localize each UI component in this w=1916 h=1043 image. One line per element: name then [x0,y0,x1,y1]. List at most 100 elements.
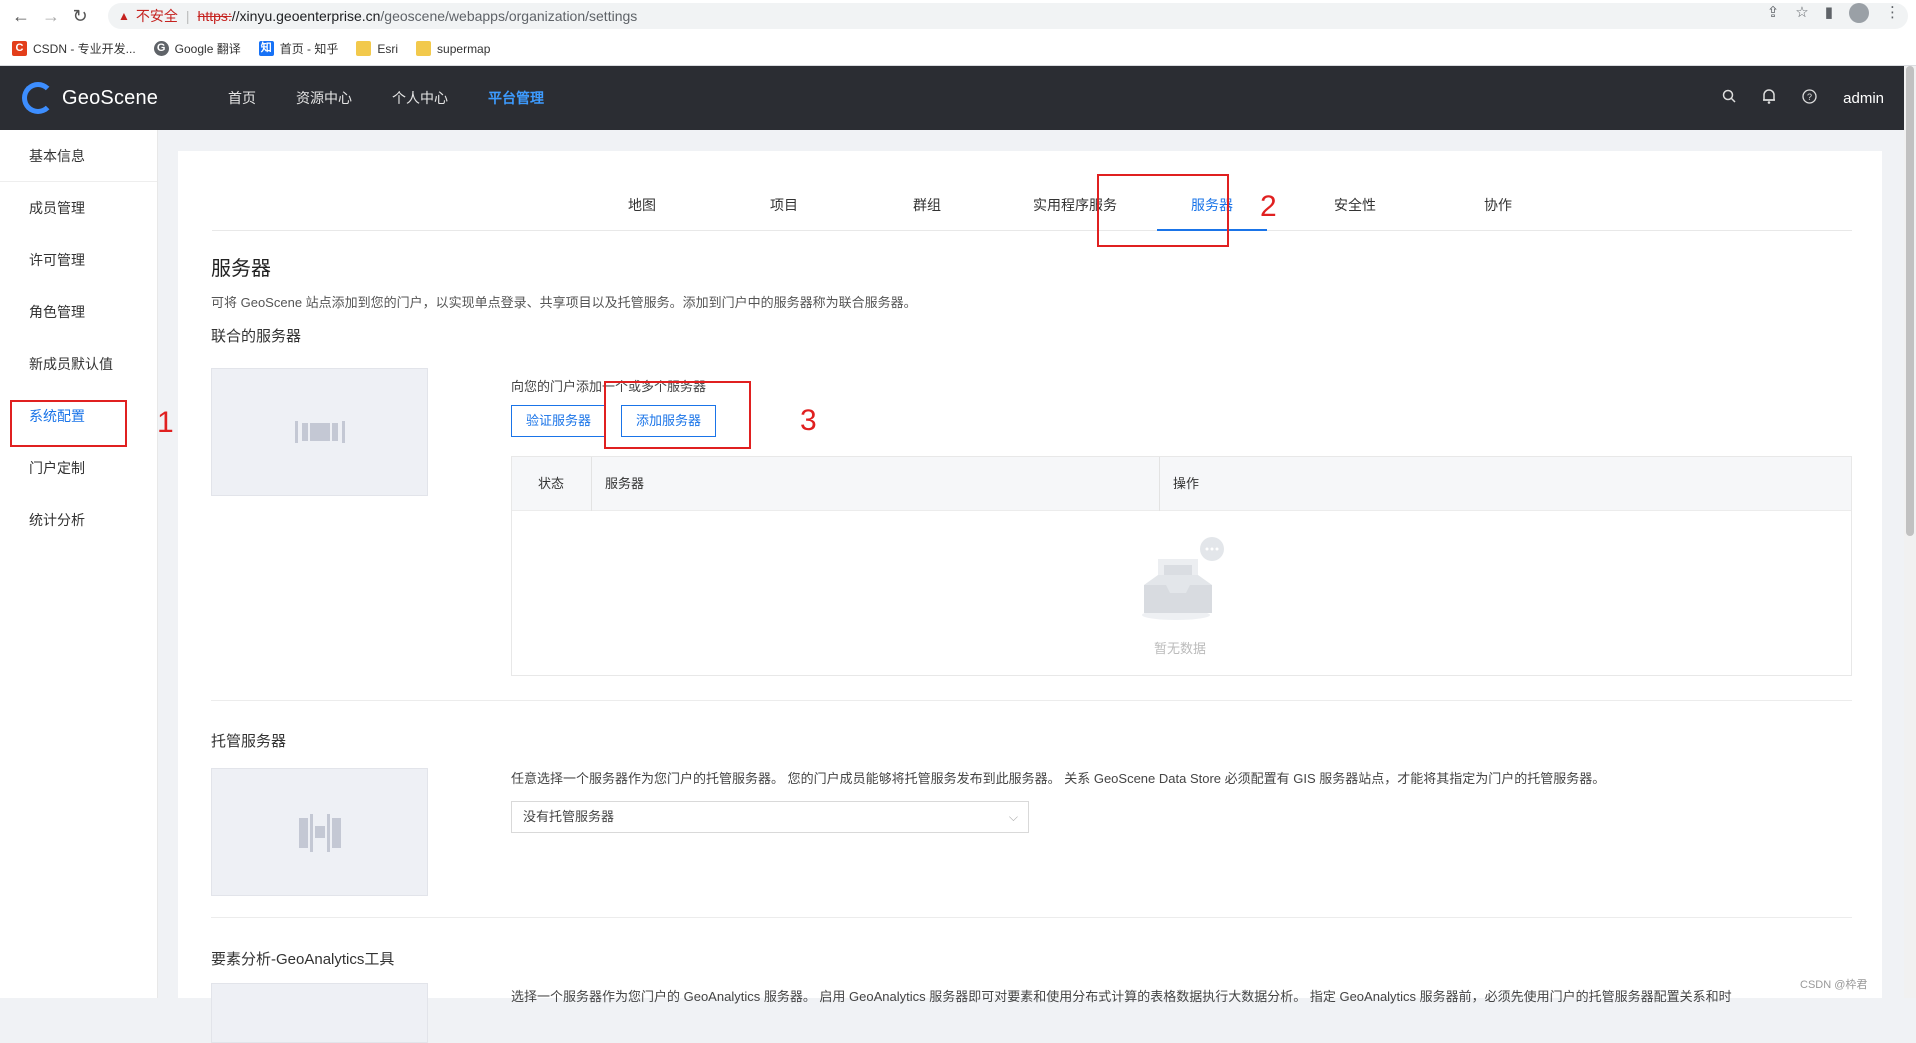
sidebar-item-portal-customization[interactable]: 门户定制 [0,442,157,494]
sidebar-item-statistics[interactable]: 统计分析 [0,494,157,546]
sidebar-item-label: 角色管理 [29,304,85,320]
bookmark-label: Google 翻译 [174,42,241,56]
hosting-server-icon [298,814,341,852]
federated-server-illustration [211,368,428,496]
warning-icon: ▲ [118,9,130,23]
address-separator: | [185,8,190,24]
reload-icon[interactable]: ↻ [72,6,88,27]
folder-icon [416,41,432,56]
section-divider [211,917,1852,918]
page-scrollbar[interactable] [1904,66,1916,998]
settings-tabs: 地图 项目 群组 实用程序服务 服务器 安全性 协作 [212,189,1852,231]
bookmark-esri[interactable]: Esri [356,41,398,56]
bookmark-supermap[interactable]: supermap [416,41,490,56]
user-name[interactable]: admin [1843,90,1884,107]
hosting-server-title: 托管服务器 [211,733,287,750]
help-icon[interactable]: ? [1802,88,1817,108]
validate-servers-button[interactable]: 验证服务器 [511,405,607,437]
geoanalytics-illustration [211,983,428,1043]
sidebar-item-label: 基本信息 [29,147,85,164]
annotation-box-system-config [10,400,127,447]
column-status: 状态 [538,476,565,491]
folder-icon [356,41,372,56]
sidebar-item-new-member-defaults[interactable]: 新成员默认值 [0,338,157,390]
hosting-server-description: 任意选择一个服务器作为您门户的托管服务器。 您的门户成员能够将托管服务发布到此服… [511,771,1606,786]
sidebar-item-licenses[interactable]: 许可管理 [0,234,157,286]
share-icon[interactable]: ⇪ [1767,3,1780,23]
bookmark-google-translate[interactable]: G Google 翻译 [153,40,241,57]
column-actions: 操作 [1173,476,1200,491]
empty-inbox-icon [1142,537,1224,620]
column-divider [591,457,592,511]
browser-toolbar: ← → ↻ ▲ 不安全 | https: //xinyu.geoenterpri… [0,0,1916,32]
profile-icon[interactable] [1849,3,1869,23]
column-server: 服务器 [605,476,645,491]
nav-platform-admin[interactable]: 平台管理 [488,88,544,108]
hosting-server-illustration [211,768,428,896]
logo-text: GeoScene [62,86,159,109]
settings-card: 地图 项目 群组 实用程序服务 服务器 安全性 协作 服务器 可将 GeoSce… [178,151,1882,1043]
search-icon[interactable] [1722,89,1736,107]
back-icon[interactable]: ← [12,6,30,27]
servers-description: 可将 GeoScene 站点添加到您的门户，以实现单点登录、共享项目以及托管服务… [211,295,917,310]
bell-icon[interactable] [1762,88,1776,108]
logo[interactable]: GeoScene [22,82,202,114]
nav-personal[interactable]: 个人中心 [392,88,448,108]
geoanalytics-description: 选择一个服务器作为您门户的 GeoAnalytics 服务器。 启用 GeoAn… [511,989,1732,1004]
sidebar-item-basic-info[interactable]: 基本信息 [0,130,157,182]
sidebar-item-members[interactable]: 成员管理 [0,182,157,234]
empty-state: 暂无数据 [1130,531,1230,657]
tab-items[interactable]: 项目 [729,189,839,231]
servers-table: 状态 服务器 操作 暂无数据 [511,456,1852,676]
server-rack-icon [294,421,345,443]
tab-groups[interactable]: 群组 [872,189,982,231]
annotation-number-3: 3 [800,404,817,437]
bookmark-label: CSDN - 专业开发... [33,42,136,56]
browser-actions: ⇪ ☆ ▮ ⋮ [1767,3,1900,23]
select-value: 没有托管服务器 [523,809,615,824]
zhihu-icon: 知 [258,41,274,56]
browser-nav: ← → ↻ [0,6,108,27]
nav-home[interactable]: 首页 [228,88,256,108]
annotation-number-1: 1 [157,406,174,439]
federated-servers-title: 联合的服务器 [211,328,302,345]
url-scheme: https: [197,8,232,24]
nav-resources[interactable]: 资源中心 [296,88,352,108]
url-path: /geoscene/webapps/organization/settings [380,8,638,24]
sidebar-item-label: 成员管理 [29,200,85,216]
annotation-box-servers-tab [1097,174,1229,247]
geoscene-logo-icon [22,82,54,114]
sidebar-item-roles[interactable]: 角色管理 [0,286,157,338]
column-divider [1159,457,1160,511]
tab-map[interactable]: 地图 [587,189,697,231]
table-header: 状态 服务器 操作 [512,457,1851,511]
bookmark-zhihu[interactable]: 知 首页 - 知乎 [258,40,339,57]
bookmark-label: Esri [377,41,399,56]
sidebar-item-label: 新成员默认值 [29,356,113,372]
sidepanel-icon[interactable]: ▮ [1825,3,1833,23]
star-icon[interactable]: ☆ [1795,3,1808,23]
bookmark-label: 首页 - 知乎 [279,42,339,56]
url-host: //xinyu.geoenterprise.cn [231,8,381,24]
svg-text:?: ? [1807,92,1812,102]
top-nav: 首页 资源中心 个人中心 平台管理 [228,88,544,108]
watermark: CSDN @枠君 [1800,979,1868,991]
hosting-server-select[interactable]: 没有托管服务器 ⌵ [511,801,1029,833]
sidebar-item-label: 统计分析 [29,512,85,528]
forward-icon[interactable]: → [42,6,60,27]
address-bar[interactable]: ▲ 不安全 | https: //xinyu.geoenterprise.cn … [108,3,1908,29]
menu-icon[interactable]: ⋮ [1885,3,1900,23]
csdn-icon: C [12,41,27,56]
google-icon: G [153,41,169,56]
sidebar: 基本信息 成员管理 许可管理 角色管理 新成员默认值 系统配置 门户定制 统计分… [0,130,158,998]
scroll-thumb[interactable] [1906,66,1914,536]
sidebar-item-label: 许可管理 [29,252,85,268]
bookmark-label: supermap [437,41,491,56]
bookmarks-bar: C CSDN - 专业开发... G Google 翻译 知 首页 - 知乎 E… [0,32,1916,66]
bookmark-csdn[interactable]: C CSDN - 专业开发... [12,40,136,57]
tab-security[interactable]: 安全性 [1300,189,1410,231]
security-label: 不安全 [135,8,178,24]
header-actions: ? admin [1722,66,1884,130]
tab-collaboration[interactable]: 协作 [1443,189,1553,231]
annotation-number-2: 2 [1260,190,1277,223]
